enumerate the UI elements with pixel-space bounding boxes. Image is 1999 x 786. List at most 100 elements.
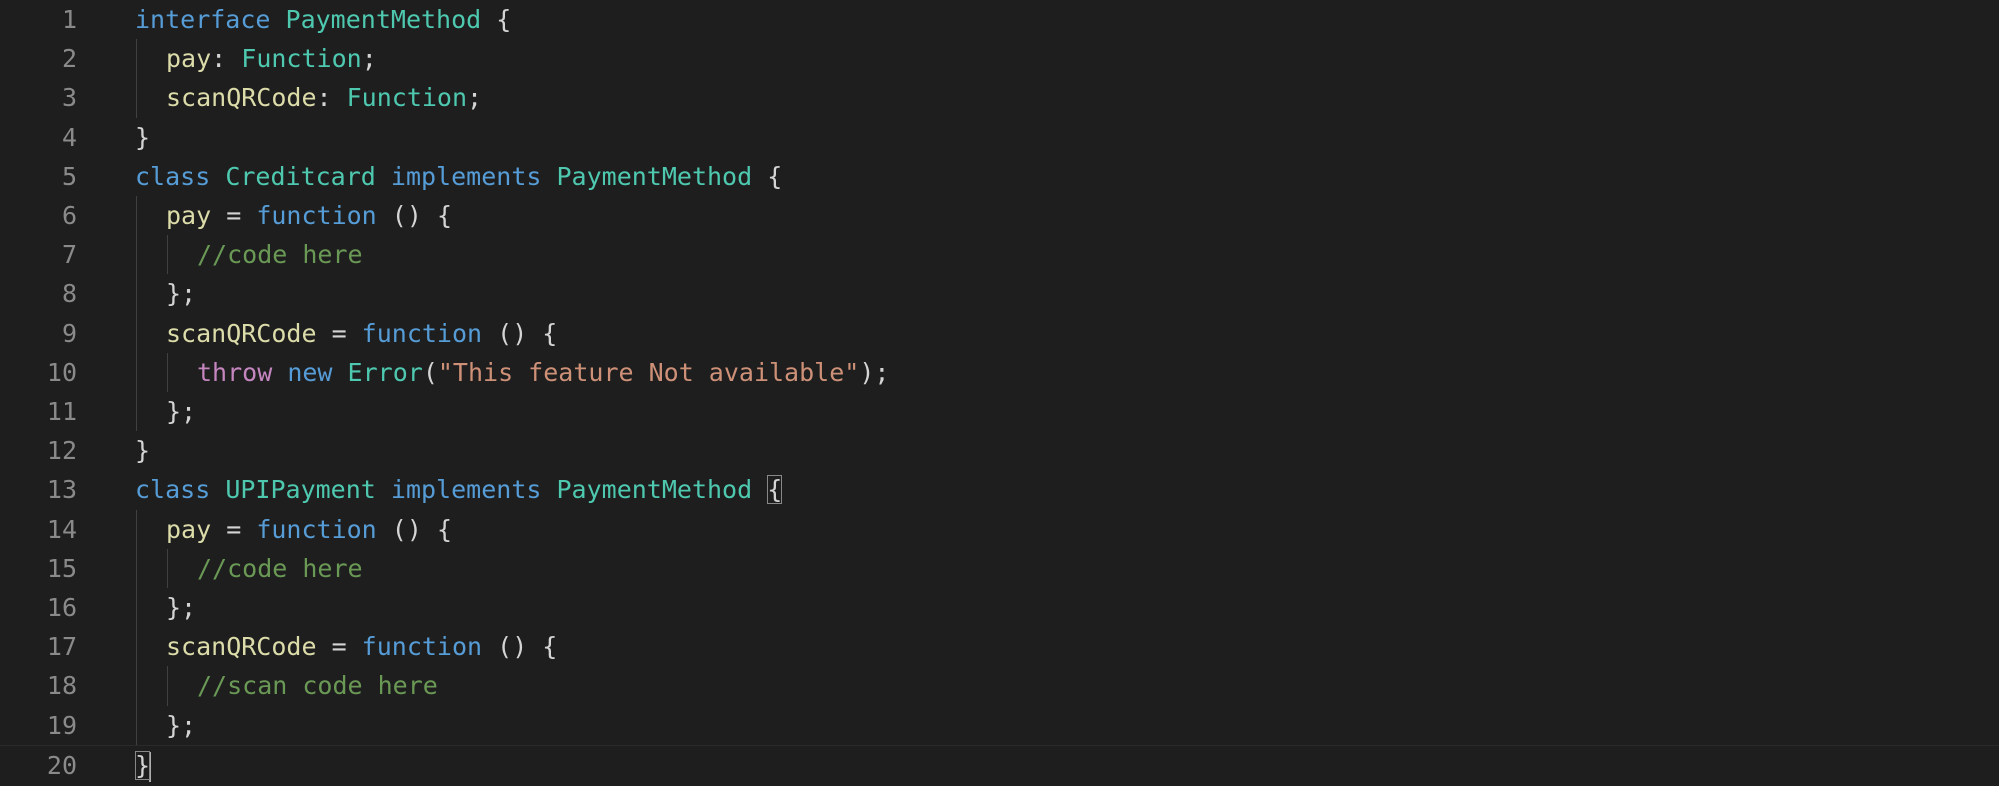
code-token: scanQRCode bbox=[166, 318, 317, 348]
code-token: PaymentMethod bbox=[556, 475, 753, 505]
line-number: 13 bbox=[46, 475, 77, 505]
code-token: scanQRCode bbox=[166, 83, 317, 113]
code-token: } bbox=[135, 122, 151, 152]
line-number: 4 bbox=[61, 122, 77, 152]
code-token: interface bbox=[135, 5, 271, 34]
code-token: : bbox=[316, 83, 347, 113]
indent-guide bbox=[136, 705, 137, 745]
code-token: () { bbox=[482, 318, 558, 348]
line-number: 15 bbox=[46, 553, 77, 583]
code-token: = bbox=[211, 201, 257, 230]
code-line[interactable]: 13 class UPIPayment implements PaymentMet… bbox=[0, 470, 1999, 509]
line-number: 18 bbox=[46, 671, 77, 701]
code-token: }; bbox=[166, 710, 197, 740]
code-line[interactable]: 5 class Creditcard implements PaymentMeth… bbox=[0, 157, 1999, 196]
code-token: implements bbox=[390, 475, 542, 505]
code-token: Creditcard bbox=[225, 161, 376, 191]
code-token: //code here bbox=[197, 240, 363, 270]
code-line[interactable]: 17 scanQRCode = function () { bbox=[0, 627, 1999, 667]
code-token: "This feature Not available" bbox=[437, 357, 860, 387]
code-token: = bbox=[316, 632, 362, 662]
line-number: 16 bbox=[46, 593, 77, 622]
code-line[interactable]: 1 interface PaymentMethod { bbox=[0, 0, 1999, 39]
code-text: }; bbox=[166, 706, 196, 745]
code-line[interactable]: 9 scanQRCode = function () { bbox=[0, 313, 1999, 353]
code-line[interactable]: 8}; bbox=[0, 274, 1999, 314]
code-token: : bbox=[211, 44, 242, 74]
code-token: implements bbox=[390, 161, 542, 191]
code-text: pay: Function; bbox=[166, 39, 377, 78]
code-token: pay bbox=[166, 201, 212, 230]
code-line[interactable]: 3 scanQRCode: Function; bbox=[0, 78, 1999, 118]
code-text: scanQRCode = function () { bbox=[166, 627, 557, 666]
line-number: 17 bbox=[46, 632, 77, 662]
code-token: function bbox=[361, 318, 483, 348]
code-token: //scan code here bbox=[197, 671, 438, 701]
matched-bracket: { bbox=[767, 475, 783, 505]
code-token: }; bbox=[166, 593, 197, 622]
code-text: scanQRCode: Function; bbox=[166, 78, 482, 117]
code-token: pay bbox=[166, 514, 212, 544]
code-token: ( bbox=[422, 357, 438, 387]
line-number: 3 bbox=[61, 83, 77, 113]
code-text: interface PaymentMethod { bbox=[135, 0, 511, 39]
code-token: PaymentMethod bbox=[285, 5, 482, 34]
code-token: { bbox=[752, 161, 783, 191]
code-line[interactable]: 12} bbox=[0, 431, 1999, 470]
line-number: 9 bbox=[61, 318, 77, 348]
code-text: pay = function () { bbox=[166, 510, 452, 549]
code-token: = bbox=[211, 514, 257, 544]
code-line[interactable]: 10 throw new Error("This feature Not avai… bbox=[0, 352, 1999, 392]
indent-guide bbox=[136, 196, 137, 236]
code-text: }; bbox=[166, 274, 196, 313]
code-line[interactable]: 7 //code here bbox=[0, 235, 1999, 275]
text-cursor bbox=[149, 751, 152, 782]
code-token: PaymentMethod bbox=[556, 161, 753, 191]
line-number: 6 bbox=[61, 201, 77, 230]
matched-bracket: } bbox=[135, 750, 151, 780]
code-editor[interactable]: 1 interface PaymentMethod {2 pay: Function… bbox=[0, 0, 1999, 786]
indent-guide bbox=[167, 352, 168, 392]
indent-guide bbox=[136, 39, 137, 79]
line-number: 11 bbox=[46, 397, 77, 426]
code-line[interactable]: 16}; bbox=[0, 588, 1999, 628]
code-line[interactable]: 15 //code here bbox=[0, 548, 1999, 588]
code-text: throw new Error("This feature Not availa… bbox=[197, 353, 889, 392]
code-line[interactable]: 6 pay = function () { bbox=[0, 196, 1999, 236]
code-line[interactable]: 20} bbox=[0, 744, 1999, 785]
code-line[interactable]: 11}; bbox=[0, 392, 1999, 432]
line-number: 7 bbox=[61, 240, 77, 270]
code-token: pay bbox=[166, 44, 212, 74]
code-text: }; bbox=[166, 392, 196, 431]
code-line[interactable]: 19}; bbox=[0, 705, 1999, 745]
code-line[interactable]: 4} bbox=[0, 118, 1999, 157]
code-token: = bbox=[316, 318, 362, 348]
indent-guide bbox=[167, 666, 168, 706]
code-line[interactable]: 18 //scan code here bbox=[0, 666, 1999, 706]
code-token: ; bbox=[467, 83, 483, 113]
line-number: 10 bbox=[46, 357, 77, 387]
line-number: 14 bbox=[46, 514, 77, 544]
code-token: class bbox=[135, 161, 211, 191]
code-line[interactable]: 2 pay: Function; bbox=[0, 39, 1999, 79]
indent-guide bbox=[136, 352, 137, 392]
code-token: () { bbox=[376, 514, 452, 544]
line-number: 20 bbox=[46, 750, 77, 780]
indent-guide bbox=[136, 548, 137, 588]
code-line[interactable]: 14 pay = function () { bbox=[0, 509, 1999, 549]
line-number: 19 bbox=[46, 710, 77, 740]
code-text: class UPIPayment implements PaymentMetho… bbox=[135, 470, 783, 509]
code-token: }; bbox=[166, 397, 197, 426]
code-token: Function bbox=[346, 83, 468, 113]
code-token: () { bbox=[482, 632, 558, 662]
line-number: 1 bbox=[61, 5, 77, 34]
line-number: 12 bbox=[46, 436, 77, 466]
code-text: } bbox=[135, 746, 152, 785]
indent-guide bbox=[136, 666, 137, 706]
